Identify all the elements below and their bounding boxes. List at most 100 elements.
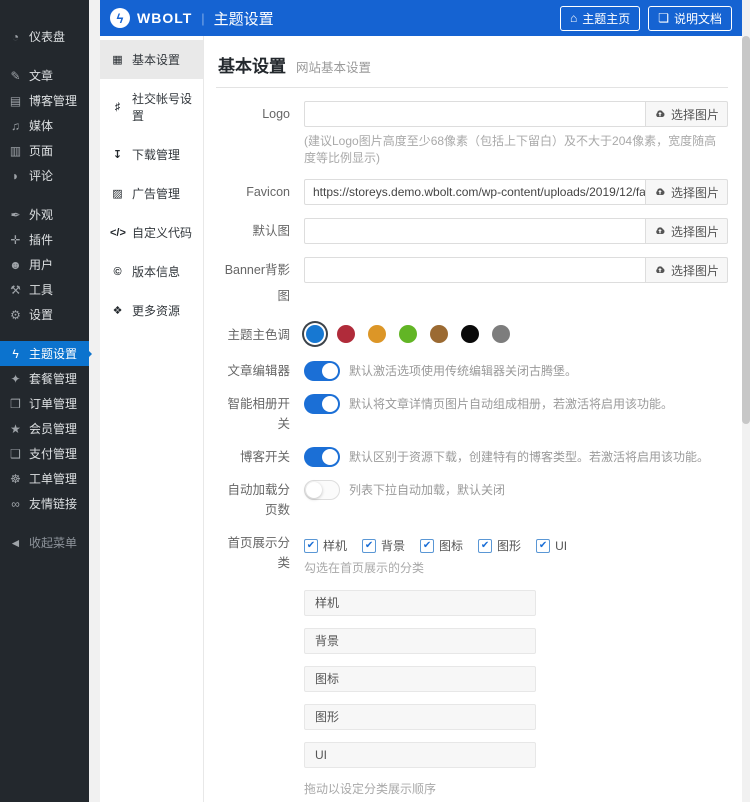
favicon-select-image-button[interactable]: 选择图片 (645, 179, 728, 205)
sidebar-item-appearance[interactable]: ✒ 外观 (0, 202, 89, 227)
blog-toggle-row: 博客开关 默认区别于资源下载，创建特有的博客类型。若激活将启用该功能。 (216, 447, 728, 467)
sidebar-item-orders[interactable]: ❒ 订单管理 (0, 391, 89, 416)
sidebar-item-friend-links[interactable]: ∞ 友情链接 (0, 491, 89, 516)
sidebar-item-theme-settings[interactable]: ϟ 主题设置 (0, 341, 92, 366)
default-image-input[interactable] (304, 218, 646, 244)
theme-home-button[interactable]: ⌂ 主题主页 (559, 5, 641, 31)
default-image-row: 默认图 选择图片 (216, 218, 728, 244)
sidebar-item-dashboard[interactable]: ◔ 仪表盘 (0, 24, 89, 49)
comment-icon: ◗ (11, 168, 20, 183)
sidebar-item-tools[interactable]: ⚒ 工具 (0, 277, 89, 302)
media-icon: ♫ (11, 118, 20, 133)
page-title: 主题设置 (213, 10, 274, 28)
sort-item-mockup[interactable]: 样机 (304, 590, 536, 616)
sidebar-item-posts[interactable]: ✎ 文章 (0, 63, 89, 88)
tab-more-resources[interactable]: ❖ 更多资源 (100, 291, 203, 330)
autoload-toggle-label: 自动加载分页数 (227, 483, 290, 517)
tab-label: 更多资源 (132, 304, 181, 318)
sidebar-item-packages[interactable]: ✦ 套餐管理 (0, 366, 89, 391)
ticket-icon: ☸ (10, 471, 21, 486)
sort-item-background[interactable]: 背景 (304, 628, 536, 654)
sidebar-item-payments[interactable]: ❑ 支付管理 (0, 441, 89, 466)
sidebar-item-label: 页面 (29, 144, 54, 158)
tab-label: 社交帐号设置 (132, 92, 193, 123)
docs-button[interactable]: ❏ 说明文档 (648, 5, 732, 31)
color-swatch-brown[interactable] (430, 325, 448, 343)
sidebar-item-label: 媒体 (29, 119, 54, 133)
sidebar-item-plugins[interactable]: ✛ 插件 (0, 227, 89, 252)
checkbox-ui[interactable]: ✔ UI (536, 538, 568, 553)
banner-image-input[interactable] (304, 257, 646, 283)
plugin-icon: ✛ (10, 232, 21, 247)
home-icon: ⌂ (569, 11, 578, 25)
color-swatch-gray[interactable] (492, 325, 510, 343)
tab-version-info[interactable]: © 版本信息 (100, 252, 203, 291)
sort-item-iconset[interactable]: 图标 (304, 666, 536, 692)
brand-name: WBOLT (137, 10, 193, 26)
checkmark-icon: ✔ (478, 538, 493, 553)
logo-select-image-button[interactable]: 选择图片 (645, 101, 728, 127)
checkbox-mockup[interactable]: ✔ 样机 (304, 537, 347, 554)
logo-input[interactable] (304, 101, 646, 127)
sidebar-item-blog[interactable]: ▤ 博客管理 (0, 88, 89, 113)
section-subtitle: 网站基本设置 (296, 61, 372, 75)
doc-icon: ❏ (658, 11, 669, 25)
sidebar-item-tickets[interactable]: ☸ 工单管理 (0, 466, 89, 491)
gear-icon: ⚙ (10, 307, 21, 322)
color-swatch-green[interactable] (399, 325, 417, 343)
banner-image-select-button[interactable]: 选择图片 (645, 257, 728, 283)
checkbox-background[interactable]: ✔ 背景 (362, 537, 405, 554)
sidebar-item-settings[interactable]: ⚙ 设置 (0, 302, 89, 327)
scrollbar-track (742, 0, 750, 802)
tab-custom-code[interactable]: </> 自定义代码 (100, 213, 203, 252)
header-buttons: ⌂ 主题主页 ❏ 说明文档 (559, 5, 732, 31)
tab-ad-management[interactable]: ▨ 广告管理 (100, 174, 203, 213)
checkbox-label: 样机 (323, 539, 348, 553)
checkbox-iconset[interactable]: ✔ 图标 (420, 537, 463, 554)
banner-image-label: Banner背影图 (224, 263, 290, 303)
default-image-select-button[interactable]: 选择图片 (645, 218, 728, 244)
settings-content: 基本设置 网站基本设置 Logo 选择图片 (建议Logo图片高度至少68像素（… (204, 36, 742, 802)
sidebar-item-collapse-menu[interactable]: ◄ 收起菜单 (0, 530, 89, 555)
color-swatch-black[interactable] (461, 325, 479, 343)
checkbox-graphic[interactable]: ✔ 图形 (478, 537, 521, 554)
album-toggle[interactable] (304, 394, 340, 414)
checkbox-label: UI (555, 538, 568, 553)
logo-row: Logo 选择图片 (建议Logo图片高度至少68像素（包括上下留白）及不大于2… (216, 101, 728, 166)
tab-label: 广告管理 (132, 187, 181, 201)
more-icon: ❖ (112, 305, 123, 317)
color-swatch-crimson[interactable] (337, 325, 355, 343)
editor-toggle[interactable] (304, 361, 340, 381)
sidebar-item-pages[interactable]: ▥ 页面 (0, 138, 89, 163)
tab-download-management[interactable]: ↧ 下载管理 (100, 135, 203, 174)
sidebar-item-label: 评论 (29, 169, 54, 183)
user-icon: ☻ (9, 257, 22, 272)
autoload-toggle[interactable] (304, 480, 340, 500)
favicon-row: Favicon https://storeys.demo.wbolt.com/w… (216, 179, 728, 205)
scrollbar-thumb[interactable] (742, 36, 750, 424)
cloud-upload-icon (656, 266, 665, 273)
sidebar-item-label: 博客管理 (29, 94, 78, 108)
sidebar-item-media[interactable]: ♫ 媒体 (0, 113, 89, 138)
checkmark-icon: ✔ (536, 538, 551, 553)
color-swatch-amber[interactable] (368, 325, 386, 343)
tab-basic-settings[interactable]: ▦ 基本设置 (100, 40, 203, 79)
default-image-label: 默认图 (252, 224, 290, 238)
sidebar-item-members[interactable]: ★ 会员管理 (0, 416, 89, 441)
sidebar-item-users[interactable]: ☻ 用户 (0, 252, 89, 277)
favicon-input[interactable]: https://storeys.demo.wbolt.com/wp-conten… (304, 179, 646, 205)
blog-toggle[interactable] (304, 447, 340, 467)
autoload-toggle-hint: 列表下拉自动加载，默认关闭 (349, 483, 506, 497)
brush-icon: ✒ (10, 207, 21, 222)
sort-item-graphic[interactable]: 图形 (304, 704, 536, 730)
code-icon: </> (110, 226, 126, 239)
sidebar-item-comments[interactable]: ◗ 评论 (0, 163, 89, 188)
social-icon: ♯ (114, 101, 121, 113)
blog-toggle-hint: 默认区别于资源下载，创建特有的博客类型。若激活将启用该功能。 (349, 450, 710, 464)
sidebar-item-label: 文章 (29, 69, 54, 83)
color-swatch-blue[interactable] (306, 325, 324, 343)
sort-hint: 拖动以设定分类展示顺序 (304, 782, 437, 796)
tab-social-accounts[interactable]: ♯ 社交帐号设置 (100, 79, 203, 135)
tools-icon: ⚒ (10, 282, 21, 297)
sort-item-ui[interactable]: UI (304, 742, 536, 768)
